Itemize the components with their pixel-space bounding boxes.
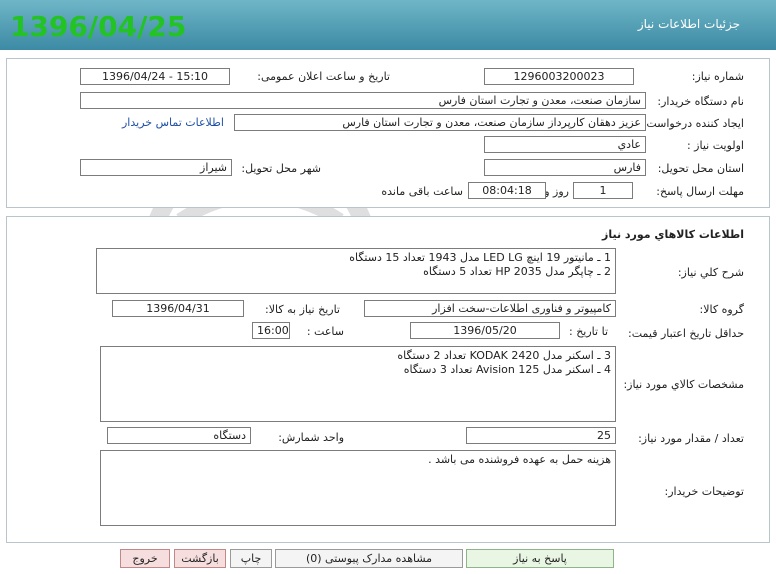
- spec-line: 3 ـ اسکنر مدل KODAK 2420 تعداد 2 دستگاه: [397, 349, 611, 362]
- need-date-label: تاریخ نیاز به کالا:: [265, 303, 340, 316]
- priority-label: اولویت نیاز :: [686, 139, 744, 152]
- hour-label: ساعت :: [306, 325, 344, 338]
- spec-line: 4 ـ اسکنر مدل Avision 125 تعداد 3 دستگاه: [403, 363, 611, 376]
- summary-label: شرح کلي نياز:: [677, 266, 744, 279]
- goods-section-title: اطلاعات کالاهاي مورد نياز: [602, 228, 744, 241]
- header-bar: 1396/04/25 جزئیات اطلاعات نیاز: [0, 0, 776, 50]
- deadline-days-field: 1: [573, 182, 633, 199]
- hour-field: 16:00: [252, 322, 290, 339]
- announce-date-field: 1396/04/24 - 15:10: [80, 68, 230, 85]
- priority-field: عادي: [484, 136, 646, 153]
- spec-textarea: 3 ـ اسکنر مدل KODAK 2420 تعداد 2 دستگاه …: [100, 346, 616, 422]
- delivery-province-field: فارس: [484, 159, 646, 176]
- need-date-field: 1396/04/31: [112, 300, 244, 317]
- buyer-contact-link[interactable]: اطلاعات تماس خریدار: [122, 116, 224, 129]
- exit-button[interactable]: خروج: [120, 549, 170, 568]
- buyer-org-field: سازمان صنعت، معدن و تجارت استان فارس: [80, 92, 646, 109]
- quantity-field: 25: [466, 427, 616, 444]
- creator-field: عزیز دهقان کارپرداز سازمان صنعت، معدن و …: [234, 114, 646, 131]
- delivery-city-field: شیراز: [80, 159, 232, 176]
- quantity-label: تعداد / مقدار مورد نیاز:: [638, 432, 744, 445]
- buyer-notes-label: توضیحات خریدار:: [664, 485, 745, 498]
- summary-textarea: 1 ـ مانیتور 19 اینچ LED LG مدل 1943 تعدا…: [96, 248, 616, 294]
- reply-button[interactable]: پاسخ به نیاز: [466, 549, 614, 568]
- goods-group-field: کامپیوتر و فناوری اطلاعات-سخت افزار: [364, 300, 616, 317]
- price-validity-label: حداقل تاریخ اعتبار قیمت:: [628, 327, 744, 340]
- announce-date-label: تاریخ و ساعت اعلان عمومی:: [257, 70, 390, 83]
- buyer-notes-text: هزینه حمل به عهده فروشنده می باشد .: [428, 453, 611, 466]
- deadline-days-word: روز و: [544, 185, 569, 198]
- summary-line: 2 ـ چاپگر مدل HP 2035 تعداد 5 دستگاه: [423, 265, 611, 278]
- to-date-label: تا تاریخ :: [569, 325, 608, 338]
- deadline-time-word: ساعت باقی مانده: [381, 185, 463, 198]
- goods-group-label: گروه کالا:: [699, 303, 744, 316]
- deadline-label: مهلت ارسال پاسخ:: [656, 185, 744, 198]
- need-number-label: شماره نیاز:: [691, 70, 744, 83]
- unit-field: دستگاه: [107, 427, 251, 444]
- print-button[interactable]: چاپ: [230, 549, 272, 568]
- unit-label: واحد شمارش:: [278, 431, 344, 444]
- deadline-time-field: 08:04:18: [468, 182, 546, 199]
- attachments-button[interactable]: مشاهده مدارک پیوستی (0): [275, 549, 463, 568]
- header-date: 1396/04/25: [10, 10, 187, 43]
- buyer-org-label: نام دستگاه خریدار:: [657, 95, 744, 108]
- to-date-field: 1396/05/20: [410, 322, 560, 339]
- delivery-province-label: استان محل تحویل:: [657, 162, 744, 175]
- summary-line: 1 ـ مانیتور 19 اینچ LED LG مدل 1943 تعدا…: [349, 251, 611, 264]
- buyer-notes-textarea: هزینه حمل به عهده فروشنده می باشد .: [100, 450, 616, 526]
- spec-label: مشخصات کالاي مورد نياز:: [623, 378, 744, 391]
- need-number-field: 1296003200023: [484, 68, 634, 85]
- delivery-city-label: شهر محل تحویل:: [241, 162, 321, 175]
- back-button[interactable]: بازگشت: [174, 549, 226, 568]
- page-title: جزئیات اطلاعات نیاز: [637, 17, 740, 31]
- creator-label: ایجاد کننده درخواست:: [642, 117, 744, 130]
